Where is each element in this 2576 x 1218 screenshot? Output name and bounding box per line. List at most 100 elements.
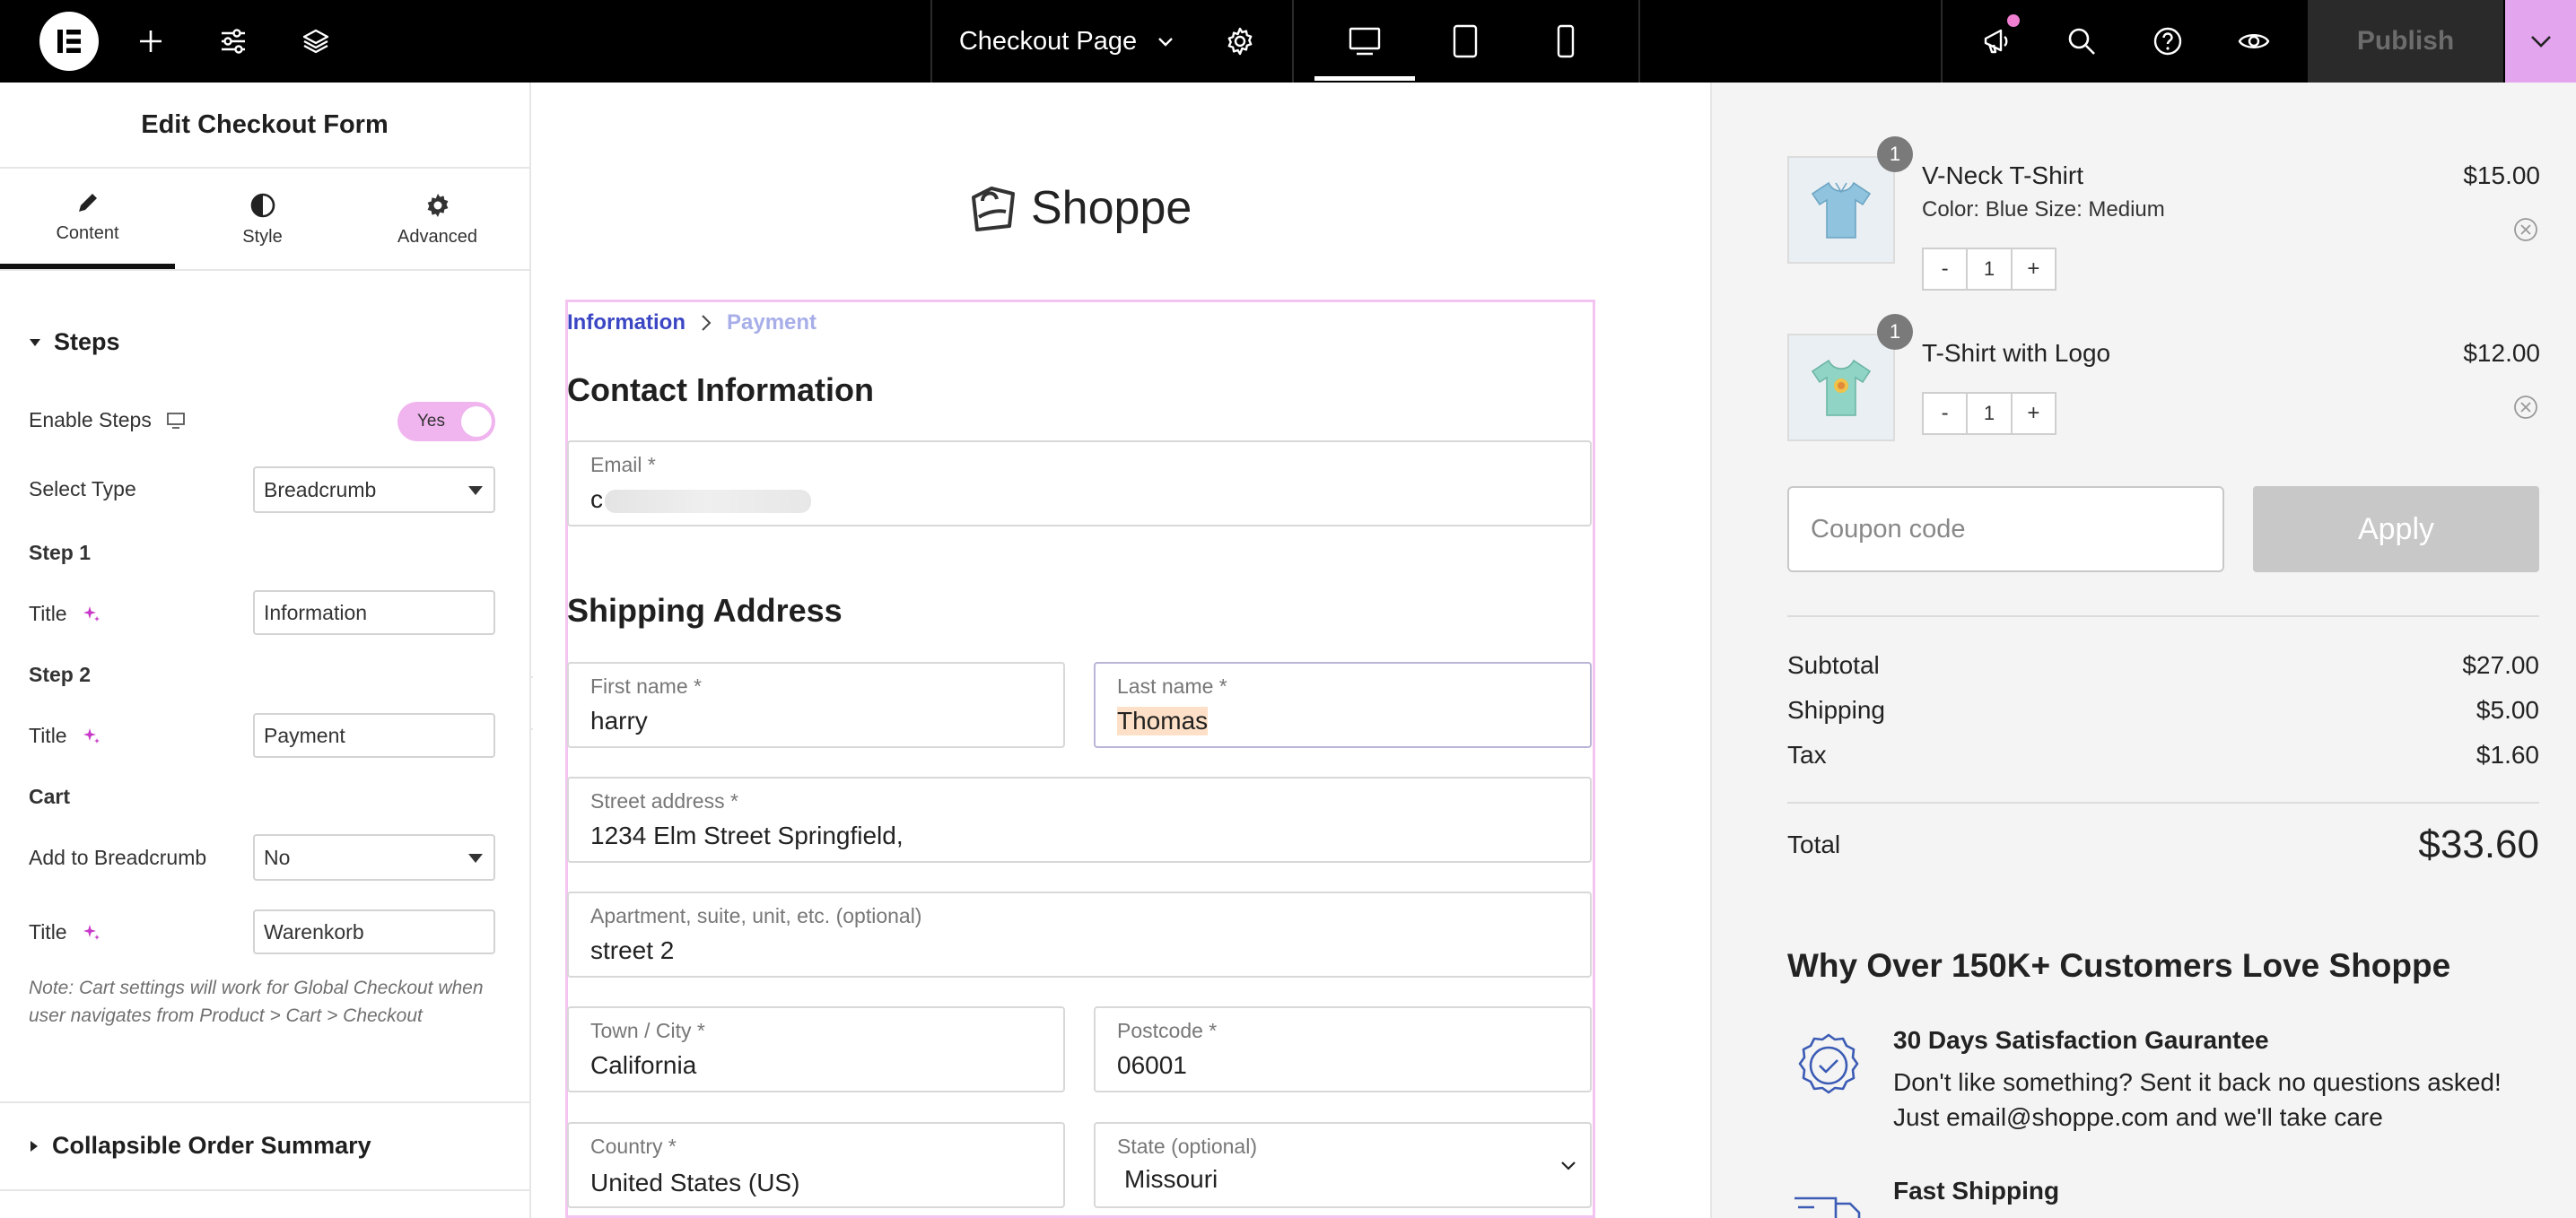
steps-section-title: Steps <box>54 328 120 355</box>
mobile-view-button[interactable] <box>1541 0 1591 83</box>
contrast-icon <box>250 193 275 217</box>
increase-button[interactable]: + <box>2013 394 2055 433</box>
product-thumbnail <box>1787 156 1895 264</box>
last-name-field[interactable]: Last name * Thomas <box>1094 662 1592 748</box>
search-button[interactable] <box>2056 0 2107 83</box>
tab-content[interactable]: Content <box>0 169 175 269</box>
remove-icon[interactable] <box>2512 216 2539 243</box>
quantity-value[interactable]: 1 <box>1966 249 2013 289</box>
state-value: Missouri <box>1124 1165 1218 1193</box>
enable-steps-toggle[interactable]: Yes <box>397 402 495 441</box>
checkout-breadcrumb: Information Payment <box>567 310 816 335</box>
product-thumbnail <box>1787 334 1895 441</box>
ai-sparkle-icon[interactable] <box>82 726 101 746</box>
structure-button[interactable] <box>291 0 341 83</box>
tab-advanced[interactable]: Advanced <box>350 169 525 269</box>
quantity-badge: 1 <box>1877 314 1913 350</box>
toggle-knob <box>461 406 492 437</box>
step1-title-label: Title <box>29 602 67 625</box>
step2-title-row: Title <box>29 724 101 748</box>
increase-button[interactable]: + <box>2013 249 2055 289</box>
publish-options-button[interactable] <box>2505 0 2576 83</box>
publish-button[interactable]: Publish <box>2308 0 2503 83</box>
tax-value: $1.60 <box>2476 741 2539 769</box>
first-name-field[interactable]: First name * harry <box>567 662 1065 748</box>
page-title-dropdown[interactable]: Checkout Page <box>951 0 1184 83</box>
pencil-icon <box>78 193 97 212</box>
tshirt-image <box>1811 359 1872 416</box>
subtotal-value: $27.00 <box>2462 651 2539 679</box>
notifications-button[interactable] <box>1972 0 2022 83</box>
apartment-field[interactable]: Apartment, suite, unit, etc. (optional) … <box>567 892 1592 978</box>
badge-icon <box>1798 1033 1859 1094</box>
step1-title-input[interactable]: Information <box>253 590 495 635</box>
cart-title-input[interactable]: Warenkorb <box>253 909 495 954</box>
tshirt-image <box>1811 181 1872 239</box>
steps-section-toggle[interactable]: Steps <box>29 328 120 356</box>
plus-icon <box>140 30 162 52</box>
state-select[interactable]: State (optional) Missouri <box>1094 1122 1592 1208</box>
quantity-stepper[interactable]: - 1 + <box>1922 248 2056 291</box>
quantity-value[interactable]: 1 <box>1966 394 2013 433</box>
breadcrumb-step-payment[interactable]: Payment <box>727 310 816 335</box>
coupon-input[interactable]: Coupon code <box>1787 486 2224 572</box>
email-field[interactable]: Email * c <box>567 440 1592 526</box>
postcode-field[interactable]: Postcode * 06001 <box>1094 1006 1592 1092</box>
why-heading: Why Over 150K+ Customers Love Shoppe <box>1787 947 2451 984</box>
preview-button[interactable] <box>2229 0 2279 83</box>
add-breadcrumb-label: Add to Breadcrumb <box>29 846 207 869</box>
site-settings-button[interactable] <box>208 0 258 83</box>
decrease-button[interactable]: - <box>1924 394 1966 433</box>
search-icon <box>2068 28 2095 55</box>
elementor-logo-button[interactable] <box>38 0 100 83</box>
quantity-stepper[interactable]: - 1 + <box>1922 392 2056 435</box>
street-address-field[interactable]: Street address * 1234 Elm Street Springf… <box>567 777 1592 863</box>
item-price: $15.00 <box>2463 161 2540 189</box>
step1-heading: Step 1 <box>29 541 92 564</box>
tab-content-label: Content <box>56 222 119 243</box>
step1-title-row: Title <box>29 602 101 626</box>
country-label: Country * <box>590 1135 677 1158</box>
ai-sparkle-icon[interactable] <box>82 923 101 943</box>
apartment-value: street 2 <box>590 936 675 964</box>
shopping-bag-icon <box>972 187 1015 231</box>
postcode-label: Postcode * <box>1117 1019 1218 1042</box>
add-element-button[interactable] <box>126 0 176 83</box>
postcode-value: 06001 <box>1117 1051 1187 1079</box>
select-type-dropdown[interactable]: Breadcrumb <box>253 466 495 513</box>
tax-label: Tax <box>1787 741 1827 769</box>
notification-dot <box>2007 14 2020 27</box>
city-field[interactable]: Town / City * California <box>567 1006 1065 1092</box>
eye-icon <box>2238 34 2270 48</box>
quantity-badge: 1 <box>1877 136 1913 172</box>
help-button[interactable] <box>2143 0 2193 83</box>
layers-icon <box>302 29 329 54</box>
chevron-down-icon <box>468 486 483 495</box>
page-settings-button[interactable] <box>1215 0 1265 83</box>
street-address-label: Street address * <box>590 789 738 813</box>
editor-panel: Edit Checkout Form Content Style Advance… <box>0 83 531 1218</box>
tablet-view-button[interactable] <box>1440 0 1490 83</box>
gear-icon <box>1227 27 1253 56</box>
tab-style[interactable]: Style <box>175 169 350 269</box>
mobile-icon <box>1557 24 1575 58</box>
add-breadcrumb-dropdown[interactable]: No <box>253 834 495 881</box>
breadcrumb-step-information[interactable]: Information <box>567 310 685 335</box>
megaphone-icon <box>1984 29 2008 54</box>
step2-title-input[interactable]: Payment <box>253 713 495 758</box>
chevron-down-icon <box>1158 38 1174 47</box>
state-label: State (optional) <box>1117 1135 1257 1158</box>
country-field[interactable]: Country * United States (US) <box>567 1122 1065 1208</box>
collapsible-summary-toggle[interactable]: Collapsible Order Summary <box>29 1132 371 1160</box>
enable-steps-value: Yes <box>417 412 445 431</box>
item-variation: Color: Blue Size: Medium <box>1922 197 2165 222</box>
panel-title: Edit Checkout Form <box>0 83 529 169</box>
remove-icon[interactable] <box>2512 394 2539 421</box>
collapsible-summary-title: Collapsible Order Summary <box>52 1132 371 1159</box>
desktop-view-button[interactable] <box>1314 0 1415 83</box>
ai-sparkle-icon[interactable] <box>82 605 101 624</box>
brand-name: Shoppe <box>1031 182 1192 234</box>
apply-coupon-button[interactable]: Apply <box>2253 486 2539 572</box>
decrease-button[interactable]: - <box>1924 249 1966 289</box>
cart-heading: Cart <box>29 785 71 808</box>
